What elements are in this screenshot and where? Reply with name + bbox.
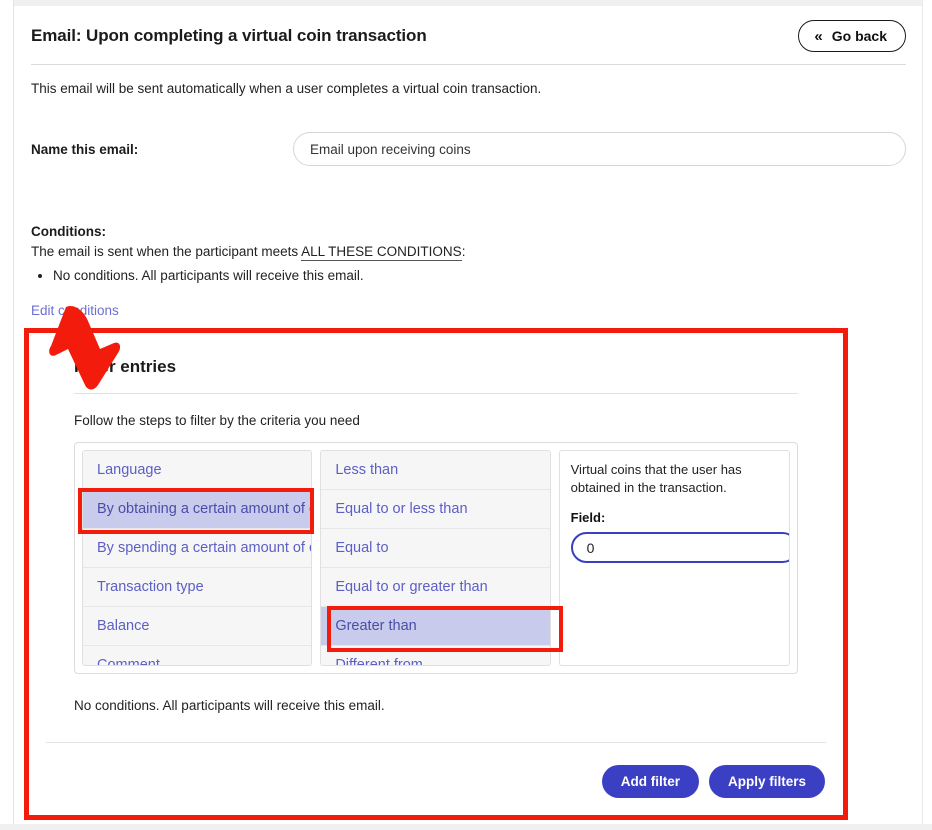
criteria-list[interactable]: Language By obtaining a certain amount o… xyxy=(82,450,313,666)
go-back-button[interactable]: « Go back xyxy=(798,20,906,52)
criteria-option-5[interactable]: Comment xyxy=(83,646,312,665)
double-chevron-left-icon: « xyxy=(814,27,823,45)
operator-option-5[interactable]: Different from xyxy=(321,646,550,665)
page-root: Email: Upon completing a virtual coin tr… xyxy=(0,0,932,830)
filter-result-note: No conditions. All participants will rec… xyxy=(74,698,385,713)
filter-detail-panel: Virtual coins that the user has obtained… xyxy=(558,450,790,666)
page-content: Email: Upon completing a virtual coin tr… xyxy=(15,6,922,320)
conditions-section: Conditions: The email is sent when the p… xyxy=(15,166,922,320)
edit-conditions-link[interactable]: Edit conditions xyxy=(31,303,119,318)
filter-title-divider xyxy=(74,393,798,394)
name-email-label: Name this email: xyxy=(31,141,139,157)
intro-description: This email will be sent automatically wh… xyxy=(31,81,542,96)
filter-entries-title: Filter entries xyxy=(74,357,177,376)
filter-field-input[interactable] xyxy=(570,532,789,564)
list-item: No conditions. All participants will rec… xyxy=(53,268,906,283)
add-filter-button[interactable]: Add filter xyxy=(601,765,699,798)
page-header: Email: Upon completing a virtual coin tr… xyxy=(15,6,922,52)
conditions-sentence-emphasis[interactable]: ALL THESE CONDITIONS xyxy=(301,244,462,261)
filter-panel-inner: Filter entries Follow the steps to filte… xyxy=(29,333,843,815)
page-title: Email: Upon completing a virtual coin tr… xyxy=(31,26,427,45)
apply-filters-button[interactable]: Apply filters xyxy=(708,765,825,798)
page-bottom-margin xyxy=(0,824,932,830)
conditions-bullet-list: No conditions. All participants will rec… xyxy=(31,268,906,283)
criteria-option-1[interactable]: By obtaining a certain amount of coins xyxy=(83,490,312,529)
conditions-title: Conditions: xyxy=(31,224,106,239)
filter-actions: Add filter Apply filters xyxy=(601,765,825,798)
name-email-input[interactable] xyxy=(293,132,906,166)
criteria-option-0[interactable]: Language xyxy=(83,451,312,490)
operator-option-0[interactable]: Less than xyxy=(321,451,550,490)
conditions-sentence-suffix: : xyxy=(461,244,466,259)
conditions-sentence-prefix: The email is sent when the participant m… xyxy=(31,244,302,259)
filter-columns: Language By obtaining a certain amount o… xyxy=(74,442,798,674)
operator-option-4[interactable]: Greater than xyxy=(321,607,550,646)
filter-field-label: Field: xyxy=(570,510,606,526)
criteria-option-4[interactable]: Balance xyxy=(83,607,312,646)
page-left-margin xyxy=(0,0,14,830)
operator-option-2[interactable]: Equal to xyxy=(321,529,550,568)
filter-footer-divider xyxy=(46,742,826,743)
name-email-row: Name this email: xyxy=(15,96,922,166)
criteria-option-2[interactable]: By spending a certain amount of coins xyxy=(83,529,312,568)
filter-detail-description: Virtual coins that the user has obtained… xyxy=(570,462,742,495)
operator-option-1[interactable]: Equal to or less than xyxy=(321,490,550,529)
conditions-sentence: The email is sent when the participant m… xyxy=(31,244,906,261)
filter-entries-panel: Filter entries Follow the steps to filte… xyxy=(24,328,848,820)
page-right-margin xyxy=(922,0,932,830)
criteria-option-3[interactable]: Transaction type xyxy=(83,568,312,607)
operator-list[interactable]: Less than Equal to or less than Equal to… xyxy=(320,450,551,666)
go-back-label: Go back xyxy=(831,28,887,44)
operator-option-3[interactable]: Equal to or greater than xyxy=(321,568,550,607)
filter-instructions: Follow the steps to filter by the criter… xyxy=(74,413,360,428)
